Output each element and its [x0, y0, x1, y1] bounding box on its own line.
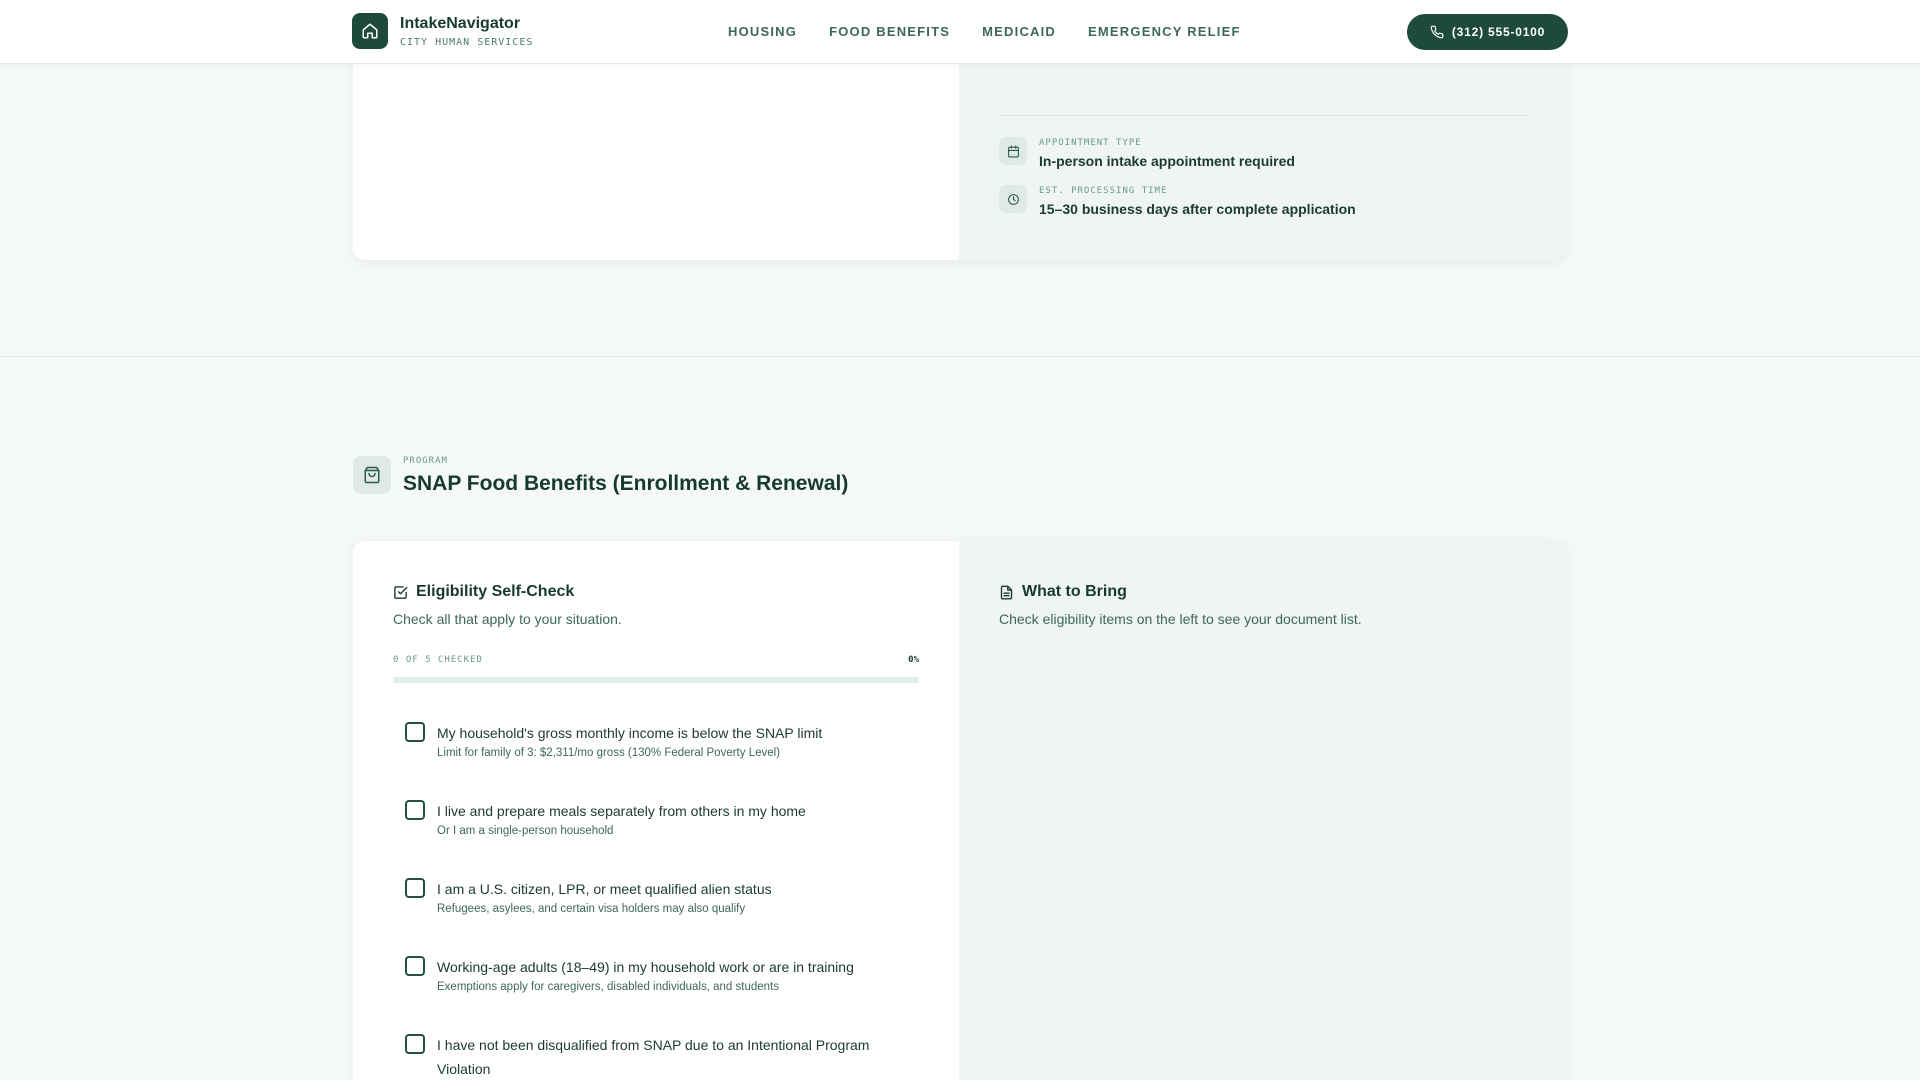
eligibility-title: Eligibility Self-Check [416, 583, 575, 600]
eligibility-item-label: I live and prepare meals separately from… [437, 803, 806, 819]
brand-subtitle: CITY HUMAN SERVICES [400, 37, 534, 48]
progress-percent: 0% [908, 655, 919, 665]
checkbox[interactable] [405, 878, 425, 898]
snap-program-card: Eligibility Self-Check Check all that ap… [353, 541, 1566, 1080]
eligibility-item-label: I am a U.S. citizen, LPR, or meet qualif… [437, 881, 772, 897]
appointment-type-value: In-person intake appointment required [1039, 153, 1295, 169]
what-to-bring-panel: What to Bring Check eligibility items on… [959, 541, 1566, 1080]
eligibility-item-hint: Or I am a single-person household [437, 825, 614, 837]
eligibility-item-label: My household's gross monthly income is b… [437, 725, 823, 741]
appointment-type-label: APPOINTMENT TYPE [1039, 138, 1142, 148]
nav-emergency-relief[interactable]: EMERGENCY RELIEF [1088, 24, 1241, 39]
what-to-bring-title: What to Bring [1022, 583, 1127, 600]
checkbox[interactable] [405, 722, 425, 742]
shopping-bag-icon [353, 456, 391, 494]
program-card-previous: APPOINTMENT TYPE In-person intake appoin… [353, 40, 1566, 260]
main-nav: HOUSING FOOD BENEFITS MEDICAID EMERGENCY… [728, 24, 1273, 39]
clock-icon [999, 185, 1027, 213]
brand[interactable]: IntakeNavigator CITY HUMAN SERVICES [352, 13, 533, 49]
eligibility-panel: Eligibility Self-Check Check all that ap… [353, 541, 959, 1080]
brand-name: IntakeNavigator [400, 15, 521, 32]
checkbox-icon [394, 585, 408, 599]
card-right-panel: APPOINTMENT TYPE In-person intake appoin… [959, 40, 1566, 260]
eligibility-item-hint: Refugees, asylees, and certain visa hold… [437, 903, 746, 915]
checkbox[interactable] [405, 800, 425, 820]
home-icon [352, 13, 388, 49]
processing-time-value: 15–30 business days after complete appli… [1039, 201, 1356, 217]
nav-food-benefits[interactable]: FOOD BENEFITS [829, 24, 950, 39]
divider [999, 115, 1528, 116]
what-to-bring-description: Check eligibility items on the left to s… [999, 611, 1362, 627]
eligibility-item-disqualification[interactable]: I have not been disqualified from SNAP d… [405, 1033, 885, 1080]
eligibility-item-label: I have not been disqualified from SNAP d… [437, 1037, 870, 1077]
phone-number: (312) 555-0100 [1451, 25, 1546, 39]
progress-label: 0 OF 5 CHECKED [393, 655, 483, 665]
checkbox[interactable] [405, 1034, 425, 1054]
document-icon [1000, 585, 1013, 599]
calendar-icon [999, 137, 1027, 165]
phone-button[interactable]: (312) 555-0100 [1407, 14, 1568, 50]
eligibility-description: Check all that apply to your situation. [393, 611, 622, 627]
top-header: IntakeNavigator CITY HUMAN SERVICES HOUS… [0, 0, 1920, 64]
eligibility-item-hint: Limit for family of 3: $2,311/mo gross (… [437, 747, 781, 759]
program-title: SNAP Food Benefits (Enrollment & Renewal… [403, 472, 849, 495]
section-divider [0, 356, 1920, 357]
card-left-panel [353, 40, 959, 260]
eligibility-item-hint: Exemptions apply for caregivers, disable… [437, 981, 779, 993]
what-to-bring-title-row: What to Bring [999, 583, 1127, 601]
eligibility-item-income[interactable]: My household's gross monthly income is b… [405, 721, 885, 759]
program-header: PROGRAM SNAP Food Benefits (Enrollment &… [353, 456, 848, 496]
phone-icon [1430, 25, 1444, 39]
processing-time-label: EST. PROCESSING TIME [1039, 186, 1168, 196]
nav-medicaid[interactable]: MEDICAID [982, 24, 1056, 39]
eligibility-item-label: Working-age adults (18–49) in my househo… [437, 959, 854, 975]
appointment-type-row: APPOINTMENT TYPE In-person intake appoin… [999, 137, 1295, 169]
checkbox[interactable] [405, 956, 425, 976]
progress-bar [393, 677, 919, 683]
nav-housing[interactable]: HOUSING [728, 24, 797, 39]
eligibility-item-work[interactable]: Working-age adults (18–49) in my househo… [405, 955, 885, 993]
eligibility-title-row: Eligibility Self-Check [393, 583, 574, 601]
processing-time-row: EST. PROCESSING TIME 15–30 business days… [999, 185, 1356, 217]
eligibility-item-citizenship[interactable]: I am a U.S. citizen, LPR, or meet qualif… [405, 877, 885, 915]
program-label: PROGRAM [403, 456, 448, 466]
eligibility-item-household[interactable]: I live and prepare meals separately from… [405, 799, 885, 837]
